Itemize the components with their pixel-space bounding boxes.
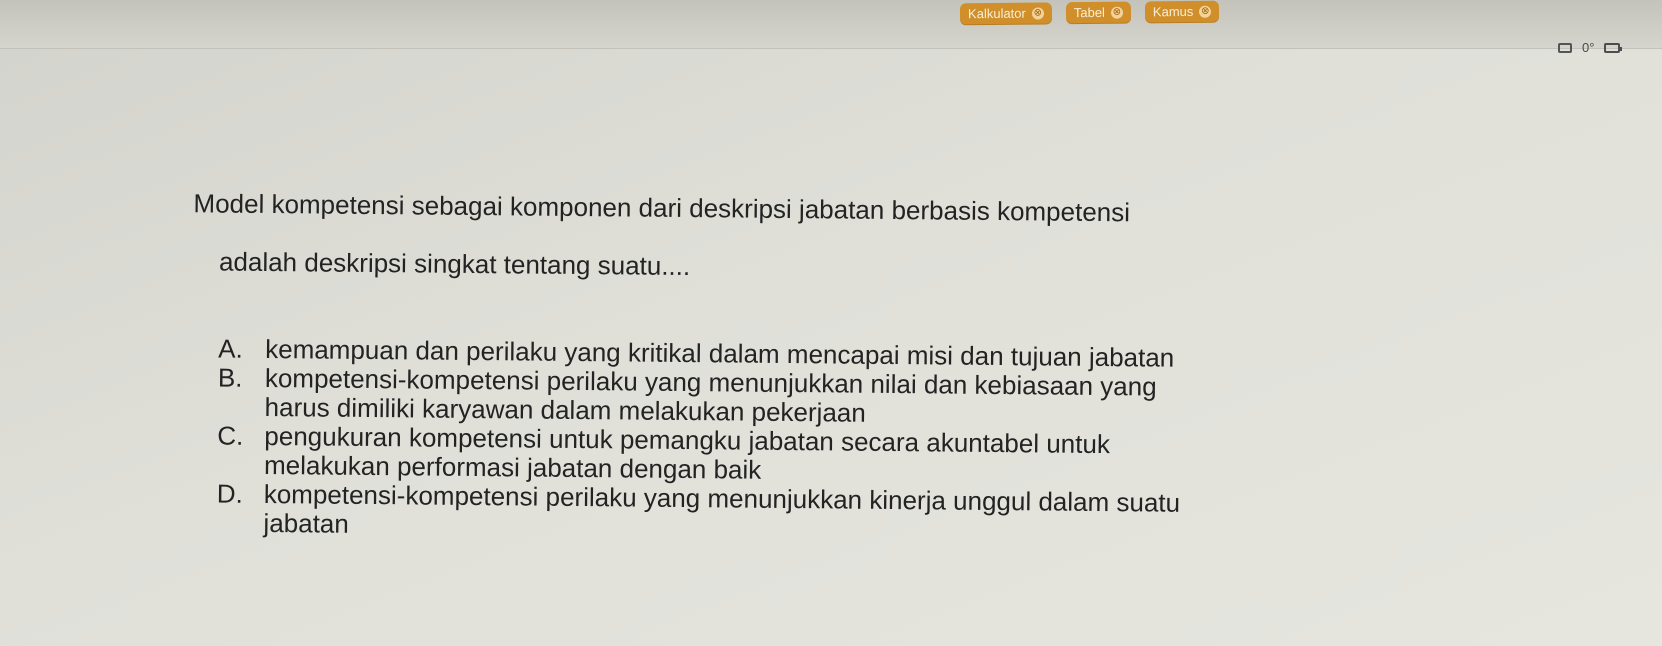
question-line-2: adalah deskripsi singkat tentang suatu..… <box>218 246 691 282</box>
close-icon[interactable]: ⊗ <box>1110 6 1123 19</box>
tool-tab-tabel[interactable]: Tabel ⊗ <box>1065 1 1132 25</box>
monitor-icon <box>1558 42 1572 53</box>
tool-tab-tabel-label: Tabel <box>1073 4 1105 21</box>
top-toolbar: Kalkulator ⊗ Tabel ⊗ Kamus ⊗ 0° <box>0 0 1662 55</box>
answer-options: A. kemampuan dan perilaku yang kritikal … <box>161 334 1413 549</box>
tool-tab-kalkulator[interactable]: Kalkulator ⊗ <box>959 2 1052 26</box>
tool-tabs: Kalkulator ⊗ Tabel ⊗ Kamus ⊗ <box>959 0 1220 26</box>
option-letter: B. <box>217 362 243 393</box>
question-content: Model kompetensi sebagai komponen dari d… <box>161 160 1415 549</box>
status-area: 0° <box>1558 40 1623 55</box>
zoom-value: 0° <box>1582 40 1595 55</box>
question-text: Model kompetensi sebagai komponen dari d… <box>163 160 1415 346</box>
option-letter: A. <box>218 333 243 364</box>
option-letter: C. <box>217 420 244 451</box>
question-line-1: Model kompetensi sebagai komponen dari d… <box>193 188 1131 228</box>
close-icon[interactable]: ⊗ <box>1031 7 1044 20</box>
option-letter: D. <box>216 478 243 509</box>
battery-icon <box>1604 42 1623 53</box>
tool-tab-kalkulator-label: Kalkulator <box>967 5 1026 22</box>
tool-tab-kamus-label: Kamus <box>1152 3 1194 20</box>
option-d[interactable]: D. kompetensi-kompetensi perilaku yang m… <box>216 478 1412 549</box>
option-text: kompetensi-kompetensi perilaku yang menu… <box>263 478 1181 539</box>
tool-tab-kamus[interactable]: Kamus ⊗ <box>1144 0 1220 24</box>
close-icon[interactable]: ⊗ <box>1199 5 1212 18</box>
